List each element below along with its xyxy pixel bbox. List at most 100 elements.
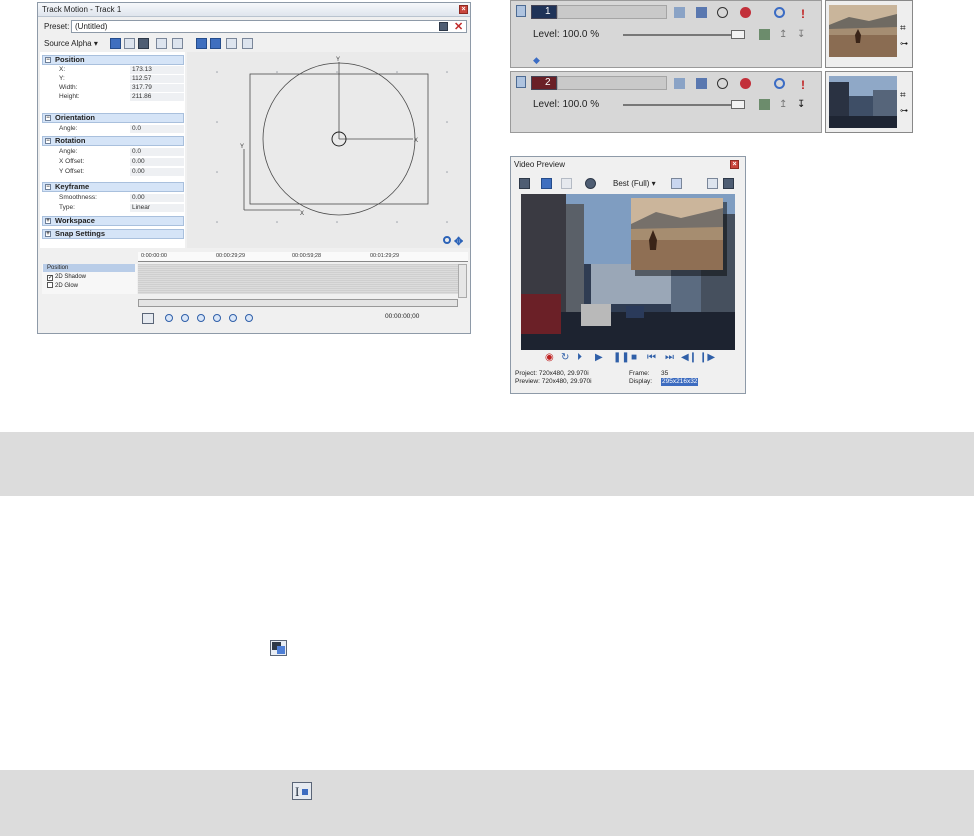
record-icon[interactable]: ◉ <box>545 352 554 364</box>
preview-quality-dropdown[interactable]: Best (Full) ▾ <box>613 179 656 188</box>
section-position[interactable]: − Position <box>42 55 184 65</box>
expand-keyframes-icon[interactable] <box>717 78 728 89</box>
horizontal-scrollbar[interactable] <box>138 299 458 307</box>
motion-canvas[interactable]: Y X Y X <box>187 52 470 248</box>
go-to-end-icon[interactable]: ⏭ <box>665 352 674 364</box>
track-fx-icon[interactable] <box>740 78 751 89</box>
save-snapshot-icon[interactable] <box>723 178 734 189</box>
external-monitor-icon[interactable] <box>541 178 552 189</box>
prop-x-offset-value[interactable]: 0.00 <box>130 158 184 166</box>
track-name-field[interactable] <box>557 5 667 19</box>
stop-icon[interactable]: ■ <box>631 352 637 364</box>
prop-y-offset-value[interactable]: 0.00 <box>130 168 184 176</box>
section-workspace[interactable]: + Workspace <box>42 216 184 226</box>
overlays-icon[interactable] <box>671 178 682 189</box>
make-compositing-parent-icon[interactable]: ↥ <box>779 99 790 110</box>
preview-properties-icon[interactable] <box>519 178 530 189</box>
copy-snapshot-icon[interactable] <box>707 178 718 189</box>
parent-composite-icon[interactable] <box>696 7 707 18</box>
prop-type-value[interactable]: Linear <box>130 204 184 212</box>
next-keyframe-icon[interactable] <box>197 314 205 322</box>
play-icon[interactable]: ▶ <box>595 352 603 364</box>
expand-keyframes-icon[interactable] <box>717 7 728 18</box>
track-level-knob[interactable] <box>731 30 745 39</box>
loop-playback-icon[interactable]: ↻ <box>561 352 569 364</box>
pause-icon[interactable]: ❚❚ <box>613 352 630 364</box>
adjust-size-icon[interactable] <box>585 178 596 189</box>
prop-smoothness-value[interactable]: 0.00 <box>130 194 184 202</box>
timeline-ruler[interactable]: 0:00:00:00 00:00:29;29 00:00:59;28 00:01… <box>138 252 468 262</box>
prop-y-value[interactable]: 112.57 <box>130 75 184 83</box>
enable-snapping-icon[interactable] <box>210 38 221 49</box>
preset-dropdown[interactable]: (Untitled) <box>71 20 467 33</box>
previous-frame-icon[interactable]: ◀❙ <box>681 352 697 364</box>
compositing-mode-icon[interactable] <box>759 29 770 40</box>
mute-icon[interactable] <box>774 78 785 89</box>
event-pan-crop-icon[interactable]: ⌗ <box>900 90 906 101</box>
track-1-thumbnail[interactable]: ⌗ ⊶ <box>825 0 913 68</box>
prop-width-value[interactable]: 317.79 <box>130 84 184 92</box>
track-level-slider[interactable] <box>623 34 745 36</box>
keyframe-marker-icon[interactable]: ◆ <box>533 55 544 66</box>
track-row-2d-glow[interactable]: 2D Glow <box>43 282 135 290</box>
track-minimize-icon[interactable] <box>516 5 526 17</box>
checkbox-2d-glow[interactable] <box>47 282 53 288</box>
section-snap-settings[interactable]: + Snap Settings <box>42 229 184 239</box>
save-preset-icon[interactable] <box>439 22 448 31</box>
solo-icon[interactable]: ! <box>801 7 812 21</box>
prop-rotation-angle-value[interactable]: 0.0 <box>130 148 184 156</box>
track-motion-icon[interactable] <box>674 78 685 89</box>
section-orientation[interactable]: − Orientation <box>42 113 184 123</box>
parent-composite-icon[interactable] <box>696 78 707 89</box>
track-fx-icon[interactable] <box>740 7 751 18</box>
source-alpha-dropdown[interactable]: Source Alpha ▾ <box>44 39 98 48</box>
event-fx-icon[interactable]: ⊶ <box>900 39 908 48</box>
make-compositing-child-icon[interactable]: ↧ <box>797 99 808 110</box>
track-minimize-icon[interactable] <box>516 76 526 88</box>
prevent-movement-icon[interactable] <box>172 38 183 49</box>
undo-icon[interactable] <box>110 38 121 49</box>
prev-keyframe-icon[interactable] <box>181 314 189 322</box>
split-screen-icon[interactable] <box>561 178 572 189</box>
make-compositing-parent-icon[interactable]: ↥ <box>779 29 790 40</box>
delete-preset-icon[interactable]: ✕ <box>454 20 463 33</box>
move-icon[interactable]: ✥ <box>454 235 463 248</box>
scale-about-center-icon[interactable] <box>242 38 253 49</box>
first-keyframe-icon[interactable] <box>165 314 173 322</box>
vertical-scrollbar[interactable] <box>458 264 467 298</box>
checkbox-2d-shadow[interactable]: ✓ <box>47 275 53 281</box>
keyframe-area[interactable] <box>138 264 458 294</box>
enable-rotation-icon[interactable] <box>196 38 207 49</box>
delete-keyframe-icon[interactable] <box>245 314 253 322</box>
section-rotation[interactable]: − Rotation <box>42 136 184 146</box>
track-row-position[interactable]: Position <box>43 264 135 272</box>
track-name-field[interactable] <box>557 76 667 90</box>
zoom-icon[interactable] <box>443 236 451 244</box>
track-level-slider[interactable] <box>623 104 745 106</box>
solo-icon[interactable]: ! <box>801 78 812 92</box>
event-pan-crop-icon[interactable]: ⌗ <box>900 23 906 34</box>
go-to-start-icon[interactable]: ⏮ <box>647 352 656 364</box>
compositing-mode-icon[interactable] <box>759 99 770 110</box>
track-motion-icon[interactable] <box>674 7 685 18</box>
prop-orientation-angle-value[interactable]: 0.0 <box>130 125 184 133</box>
track-2-thumbnail[interactable]: ⌗ ⊶ <box>825 71 913 133</box>
play-from-start-icon[interactable]: ⏵ <box>577 352 582 364</box>
prop-x-value[interactable]: 173.13 <box>130 66 184 74</box>
next-frame-icon[interactable]: ❙▶ <box>699 352 715 364</box>
section-keyframe[interactable]: − Keyframe <box>42 182 184 192</box>
track-level-knob[interactable] <box>731 100 745 109</box>
layers-icon[interactable] <box>138 38 149 49</box>
prop-height-value[interactable]: 211.86 <box>130 93 184 101</box>
mute-icon[interactable] <box>774 7 785 18</box>
redo-icon[interactable] <box>124 38 135 49</box>
close-icon[interactable]: × <box>730 160 739 169</box>
event-fx-icon[interactable]: ⊶ <box>900 106 908 115</box>
make-compositing-child-icon[interactable]: ↧ <box>797 29 808 40</box>
edit-in-object-space-icon[interactable] <box>156 38 167 49</box>
close-icon[interactable]: × <box>459 5 468 14</box>
add-keyframe-icon[interactable] <box>229 314 237 322</box>
lock-aspect-ratio-icon[interactable] <box>226 38 237 49</box>
last-keyframe-icon[interactable] <box>213 314 221 322</box>
track-row-2d-shadow[interactable]: ✓ 2D Shadow <box>43 273 135 281</box>
